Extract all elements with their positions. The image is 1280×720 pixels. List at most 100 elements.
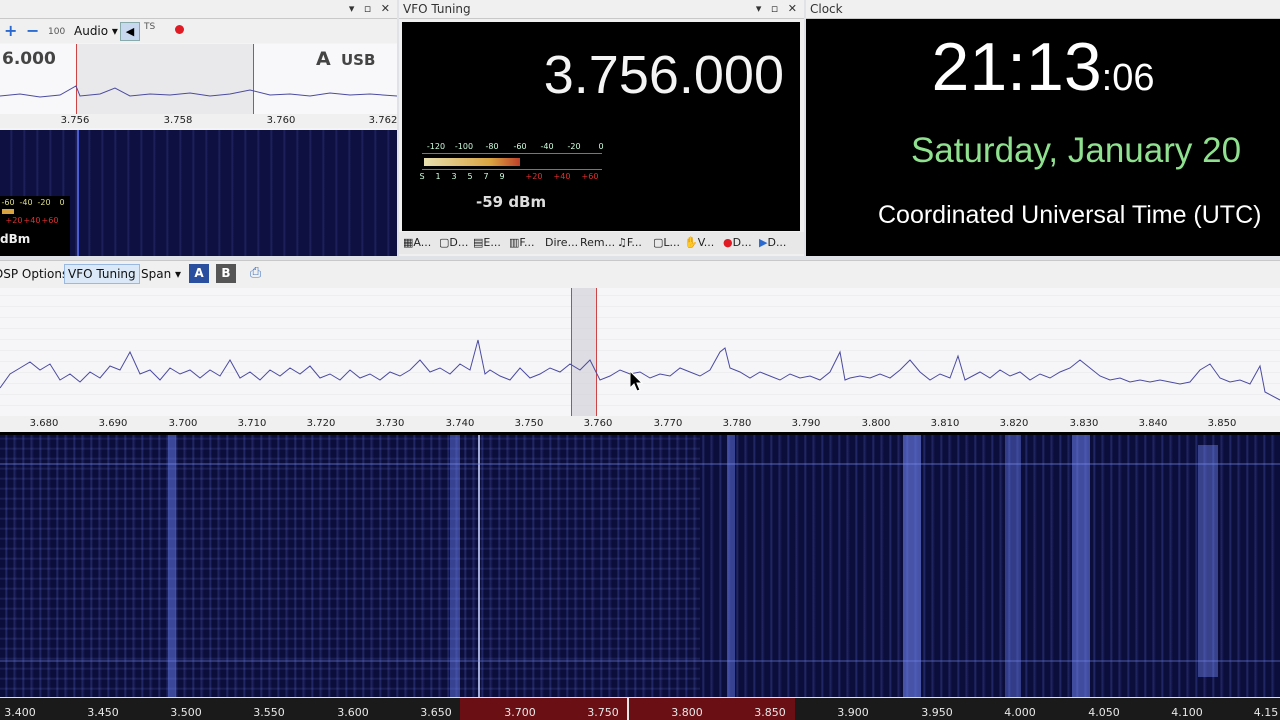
left-panel: ▾ ▫ ✕ + − 100 Audio ▾ ◀ TS 6.000 A USB 3… (0, 0, 397, 256)
spectrum-tick: 3.790 (791, 418, 821, 429)
spectrum-tick: 3.720 (306, 418, 336, 429)
mouse-cursor-icon (630, 371, 644, 392)
spectrum-tick: 3.820 (999, 418, 1029, 429)
signal-stripe (903, 435, 921, 697)
audio-label: Audio (74, 24, 109, 38)
print-icon[interactable]: ⎙ (250, 265, 261, 281)
spectrum-tick: 3.810 (930, 418, 960, 429)
audio-dropdown[interactable]: Audio ▾ (74, 22, 118, 40)
spectrum-tick: 3.850 (1207, 418, 1237, 429)
panel-controls[interactable]: ▾ ▫ ✕ (756, 0, 800, 18)
spectrum-tick: 3.830 (1069, 418, 1099, 429)
tab-play[interactable]: ▶D... (759, 236, 786, 249)
bottom-tick: 3.700 (504, 706, 536, 719)
vfo-titlebar: VFO Tuning ▾ ▫ ✕ (399, 0, 804, 19)
clock-titlebar: Clock (806, 0, 1280, 19)
signal-stripe (450, 435, 460, 697)
tab-e[interactable]: ▤E... (473, 236, 501, 249)
ts-icon[interactable]: TS (144, 22, 155, 32)
clock-timezone: Coordinated Universal Time (UTC) (878, 201, 1262, 229)
mini-spectrum-trace (0, 85, 397, 98)
bottom-tick: 3.850 (754, 706, 786, 719)
vfo-frequency[interactable]: 3.756.000 (544, 44, 784, 106)
zoom-in-button[interactable]: + (4, 22, 17, 40)
vfo-panel: VFO Tuning ▾ ▫ ✕ 3.756.000 -120 -100 -80… (399, 0, 804, 256)
mini-tick: 3.758 (163, 115, 193, 126)
bottom-tick: 4.15 (1253, 706, 1279, 719)
bottom-tick: 3.800 (671, 706, 703, 719)
left-panel-titlebar: ▾ ▫ ✕ (0, 0, 397, 19)
bottom-tick: 3.450 (87, 706, 119, 719)
spectrum-tick: 3.690 (98, 418, 128, 429)
tab-l[interactable]: ▢L... (653, 236, 680, 249)
spectrum-tick: 3.680 (29, 418, 59, 429)
tab-music[interactable]: ♫F... (617, 236, 642, 249)
mini-tick: 3.756 (60, 115, 90, 126)
main-spectrum[interactable] (0, 288, 1280, 416)
span-label: Span (141, 267, 172, 281)
bottom-tick: 3.900 (837, 706, 869, 719)
tab-remote[interactable]: Rem... (580, 236, 615, 249)
spectrum-tick: 3.780 (722, 418, 752, 429)
bottom-scale[interactable]: 3.400 3.450 3.500 3.550 3.600 3.650 3.70… (0, 698, 1280, 720)
mini-meter: -60 -40 -20 0 +20 +40 +60 dBm (0, 196, 70, 256)
spectrum-tick: 3.800 (861, 418, 891, 429)
mini-spectrum[interactable]: 6.000 A USB (0, 44, 397, 114)
spectrum-tick: 3.750 (514, 418, 544, 429)
panel-controls[interactable]: ▾ ▫ ✕ (349, 0, 393, 18)
signal-dbm: -59 dBm (476, 193, 547, 211)
level-label: 100 (48, 27, 66, 37)
mini-tick: 3.762 (368, 115, 398, 126)
clock-seconds: :06 (1101, 57, 1155, 99)
signal-stripe (478, 435, 480, 697)
zoom-out-button[interactable]: − (26, 22, 39, 40)
main-waterfall[interactable] (0, 435, 1280, 697)
bottom-tick: 3.750 (587, 706, 619, 719)
span-dropdown[interactable]: Span ▾ (141, 265, 181, 283)
spectrum-scale: 3.680 3.690 3.700 3.710 3.720 3.730 3.74… (0, 416, 1280, 435)
spectrum-tick: 3.710 (237, 418, 267, 429)
tab-audio[interactable]: ▦A... (403, 236, 431, 249)
speaker-icon[interactable]: ◀ (120, 22, 140, 41)
bottom-tick: 3.600 (337, 706, 369, 719)
tab-vfo[interactable]: ✋V... (684, 236, 714, 249)
bottom-tick: 3.550 (253, 706, 285, 719)
mini-scale: 3.756 3.758 3.760 3.762 (0, 114, 397, 128)
tab-direction[interactable]: Dire... (545, 236, 578, 249)
bottom-tick: 4.050 (1088, 706, 1120, 719)
signal-stripe (1072, 435, 1090, 697)
signal-meter-bar (424, 158, 520, 166)
clock-hours-minutes: 21:13 (931, 29, 1102, 105)
spectrum-trace (0, 339, 1280, 401)
spectrum-tick: 3.700 (168, 418, 198, 429)
bottom-tick: 4.100 (1171, 706, 1203, 719)
left-toolbar: + − 100 Audio ▾ ◀ TS (0, 19, 397, 43)
record-icon[interactable] (175, 25, 184, 34)
tab-f[interactable]: ▥F... (509, 236, 534, 249)
signal-stripe (1198, 445, 1218, 677)
spectrum-tick: 3.730 (375, 418, 405, 429)
spectrum-tick: 3.760 (583, 418, 613, 429)
tab-record[interactable]: ●D... (723, 236, 752, 249)
vfo-b-button[interactable]: B (216, 264, 236, 283)
tune-marker (627, 698, 629, 720)
signal-stripe (727, 435, 735, 697)
clock-panel: Clock 21:13:06 Saturday, January 20 Coor… (806, 0, 1280, 256)
vfo-a-button[interactable]: A (189, 264, 209, 283)
main-toolbar: DSP Options VFO Tuning Span ▾ A B ⎙ (0, 260, 1280, 289)
mini-waterfall[interactable]: -60 -40 -20 0 +20 +40 +60 dBm (0, 130, 397, 256)
tab-display[interactable]: ▢D... (439, 236, 468, 249)
dbm-partial: dBm (0, 232, 31, 246)
clock-title: Clock (810, 2, 843, 16)
spectrum-tick: 3.770 (653, 418, 683, 429)
dsp-options-button[interactable]: DSP Options (0, 265, 68, 283)
vfo-tabbar: ▦A... ▢D... ▤E... ▥F... Dire... Rem... ♫… (399, 232, 804, 254)
bottom-tick: 3.950 (921, 706, 953, 719)
vfo-tuning-button[interactable]: VFO Tuning (64, 264, 140, 284)
vfo-display: 3.756.000 -120 -100 -80 -60 -40 -20 0 S … (402, 22, 800, 231)
vfo-title: VFO Tuning (403, 2, 471, 16)
spectrum-tick: 3.740 (445, 418, 475, 429)
signal-stripe (1005, 435, 1021, 697)
clock-date: Saturday, January 20 (910, 131, 1242, 170)
bottom-tick: 3.400 (4, 706, 36, 719)
